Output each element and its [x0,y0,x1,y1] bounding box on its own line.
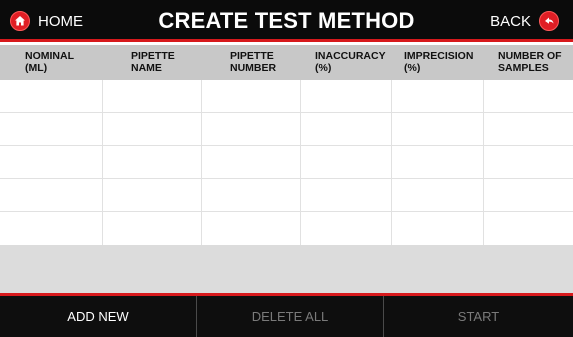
bottom-bar: ADD NEW DELETE ALL START [0,293,573,337]
table-header: NOMINAL (ml) PIPETTE NAME PIPETTE NUMBER… [0,45,573,80]
column-header-text: (%) [404,62,421,74]
column-header-pipette-name: PIPETTE NAME [102,45,201,80]
column-header-text: (ml) [25,62,48,74]
home-button[interactable]: HOME [10,0,83,42]
column-header-text: (%) [315,62,332,74]
column-header-imprecision: IMPRECISION (%) [391,45,483,80]
table-row[interactable] [0,146,573,179]
start-button[interactable]: START [384,296,573,337]
column-divider [483,80,484,245]
back-arrow-icon [539,11,559,31]
column-header-text: SAMPLES [498,62,549,74]
column-header-text: PIPETTE [131,50,175,62]
table-row[interactable] [0,212,573,245]
page-title: CREATE TEST METHOD [158,8,415,33]
table-row[interactable] [0,80,573,113]
column-divider [391,80,392,245]
column-divider [300,80,301,245]
back-button[interactable]: BACK [490,0,559,42]
top-bar: HOME CREATE TEST METHOD BACK [0,0,573,42]
column-header-text: NAME [131,62,162,74]
home-icon [10,11,30,31]
delete-all-button[interactable]: DELETE ALL [197,296,383,337]
column-divider [102,80,103,245]
column-header-text: PIPETTE [230,50,274,62]
column-header-text: NUMBER [230,62,277,74]
back-label: BACK [490,12,531,30]
table-body [0,80,573,245]
column-header-text: IMPRECISION [404,50,474,62]
column-header-pipette-number: PIPETTE NUMBER [201,45,300,80]
column-header-nominal: NOMINAL (ml) [0,45,102,80]
table-row[interactable] [0,113,573,146]
column-header-number-of-samples: NUMBER OF SAMPLES [483,45,573,80]
column-header-text: NUMBER OF [498,50,562,62]
add-new-button[interactable]: ADD NEW [0,296,196,337]
table-row[interactable] [0,179,573,212]
home-label: HOME [38,12,83,30]
column-header-text: INACCURACY [315,50,386,62]
column-header-inaccuracy: INACCURACY (%) [300,45,391,80]
info-area [0,245,573,293]
column-header-text: NOMINAL [25,50,74,62]
column-divider [201,80,202,245]
